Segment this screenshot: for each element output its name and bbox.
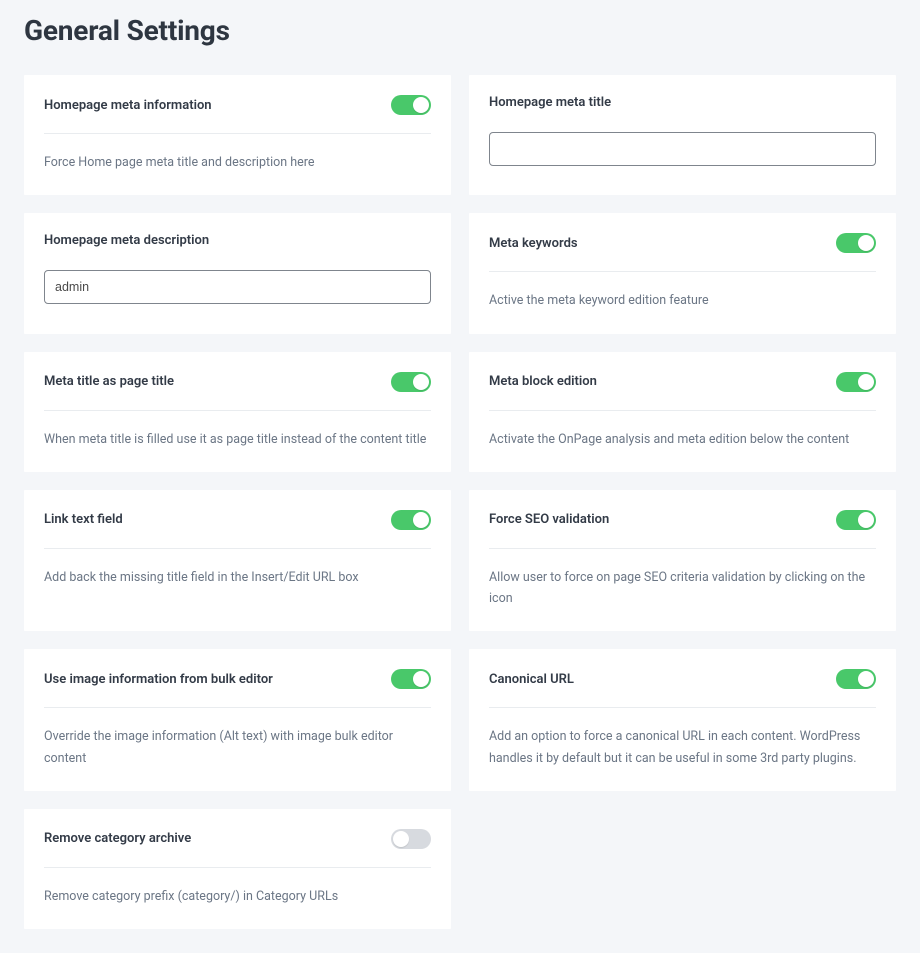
- meta-block-toggle[interactable]: [836, 372, 876, 392]
- card-force-seo: Force SEO validation Allow user to force…: [469, 490, 896, 632]
- remove-cat-archive-toggle[interactable]: [391, 829, 431, 849]
- force-seo-desc: Allow user to force on page SEO criteria…: [489, 567, 876, 610]
- home-meta-title-input[interactable]: [489, 132, 876, 166]
- card-meta-title-as-page: Meta title as page title When meta title…: [24, 352, 451, 472]
- home-meta-desc-title: Homepage meta description: [44, 233, 209, 248]
- home-meta-info-desc: Force Home page meta title and descripti…: [44, 152, 431, 173]
- home-meta-info-title: Homepage meta information: [44, 98, 212, 113]
- use-image-info-title: Use image information from bulk editor: [44, 672, 273, 687]
- remove-cat-archive-title: Remove category archive: [44, 831, 191, 846]
- card-home-meta-desc: Homepage meta description: [24, 213, 451, 333]
- link-text-field-title: Link text field: [44, 512, 123, 527]
- meta-block-title: Meta block edition: [489, 374, 597, 389]
- link-text-field-toggle[interactable]: [391, 510, 431, 530]
- canonical-url-desc: Add an option to force a canonical URL i…: [489, 726, 876, 769]
- force-seo-title: Force SEO validation: [489, 512, 609, 527]
- meta-keywords-desc: Active the meta keyword edition feature: [489, 290, 876, 311]
- card-meta-keywords: Meta keywords Active the meta keyword ed…: [469, 213, 896, 333]
- meta-keywords-title: Meta keywords: [489, 236, 578, 251]
- meta-title-as-page-toggle[interactable]: [391, 372, 431, 392]
- card-meta-block: Meta block edition Activate the OnPage a…: [469, 352, 896, 472]
- canonical-url-toggle[interactable]: [836, 669, 876, 689]
- remove-cat-archive-desc: Remove category prefix (category/) in Ca…: [44, 886, 431, 907]
- home-meta-title-title: Homepage meta title: [489, 95, 611, 110]
- meta-title-as-page-desc: When meta title is filled use it as page…: [44, 429, 431, 450]
- card-home-meta-title: Homepage meta title: [469, 75, 896, 195]
- force-seo-toggle[interactable]: [836, 510, 876, 530]
- page-title: General Settings: [24, 14, 896, 47]
- card-canonical-url: Canonical URL Add an option to force a c…: [469, 649, 896, 791]
- card-use-image-info: Use image information from bulk editor O…: [24, 649, 451, 791]
- canonical-url-title: Canonical URL: [489, 672, 574, 687]
- card-link-text-field: Link text field Add back the missing tit…: [24, 490, 451, 632]
- card-remove-cat-archive: Remove category archive Remove category …: [24, 809, 451, 929]
- settings-grid: Homepage meta information Force Home pag…: [24, 75, 896, 929]
- meta-title-as-page-title: Meta title as page title: [44, 374, 174, 389]
- use-image-info-desc: Override the image information (Alt text…: [44, 726, 431, 769]
- meta-keywords-toggle[interactable]: [836, 233, 876, 253]
- link-text-field-desc: Add back the missing title field in the …: [44, 567, 431, 588]
- home-meta-desc-input[interactable]: [44, 270, 431, 304]
- home-meta-info-toggle[interactable]: [391, 95, 431, 115]
- meta-block-desc: Activate the OnPage analysis and meta ed…: [489, 429, 876, 450]
- use-image-info-toggle[interactable]: [391, 669, 431, 689]
- card-home-meta-info: Homepage meta information Force Home pag…: [24, 75, 451, 195]
